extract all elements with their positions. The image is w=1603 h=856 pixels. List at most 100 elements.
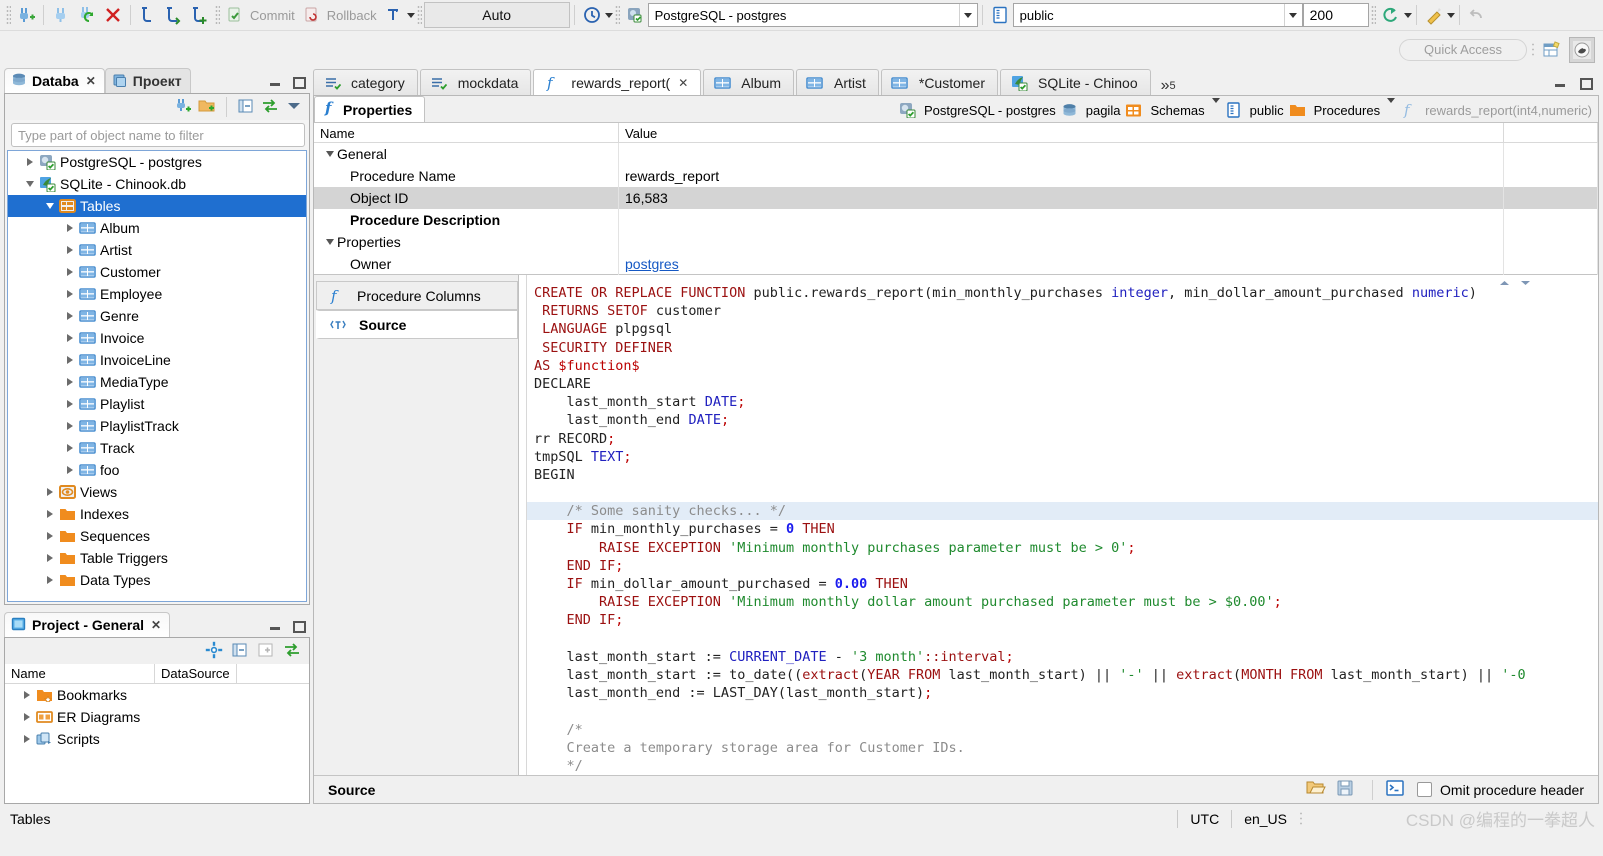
chevron-right-icon[interactable] bbox=[62, 396, 78, 412]
chevron-right-icon[interactable] bbox=[62, 462, 78, 478]
open-in-console-icon[interactable] bbox=[1385, 779, 1405, 800]
chevron-down-icon[interactable] bbox=[1211, 97, 1220, 118]
load-from-file-icon[interactable] bbox=[1306, 779, 1326, 800]
toolbar-grip-4[interactable] bbox=[614, 5, 620, 25]
sql-editor-icon[interactable] bbox=[135, 2, 161, 28]
editor-tab-album[interactable]: Album bbox=[703, 69, 794, 95]
tree-item-sqlite-chinook-db[interactable]: SQLite - Chinook.db bbox=[8, 173, 306, 195]
transaction-log-caret[interactable] bbox=[604, 12, 613, 18]
chevron-right-icon[interactable] bbox=[62, 242, 78, 258]
link-with-editor-icon[interactable] bbox=[261, 97, 279, 118]
source-scroll-controls[interactable] bbox=[1498, 276, 1532, 291]
connection-selector[interactable]: PostgreSQL - postgres bbox=[647, 3, 978, 27]
chevron-right-icon[interactable] bbox=[19, 731, 35, 747]
quick-access-grip[interactable] bbox=[1531, 41, 1535, 58]
chevron-down-icon-2[interactable] bbox=[1283, 4, 1302, 26]
chevron-down-icon[interactable] bbox=[326, 239, 334, 245]
status-timezone[interactable]: UTC bbox=[1177, 810, 1231, 828]
tree-item-indexes[interactable]: Indexes bbox=[8, 503, 306, 525]
chevron-right-icon[interactable] bbox=[62, 352, 78, 368]
minimize-icon-2[interactable] bbox=[269, 621, 281, 631]
chevron-down-icon[interactable] bbox=[958, 4, 977, 26]
tab-database-navigator[interactable]: Databa ✕ bbox=[4, 68, 105, 93]
chevron-right-icon[interactable] bbox=[42, 506, 58, 522]
chevron-right-icon[interactable] bbox=[22, 154, 38, 170]
tree-item-track[interactable]: Track bbox=[8, 437, 306, 459]
navigator-tree[interactable]: PostgreSQL - postgres SQLite - Chinook.db… bbox=[7, 150, 307, 602]
tree-item-invoiceline[interactable]: InvoiceLine bbox=[8, 349, 306, 371]
source-viewer[interactable]: CREATE OR REPLACE FUNCTION public.reward… bbox=[519, 275, 1598, 776]
chevron-down-icon[interactable] bbox=[22, 176, 38, 192]
property-value[interactable]: postgres bbox=[619, 253, 1504, 275]
side-tab-procedure-columns[interactable]: f Procedure Columns bbox=[316, 281, 518, 310]
project-item-er-diagrams[interactable]: ER Diagrams bbox=[5, 706, 309, 728]
tree-item-foo[interactable]: foo bbox=[8, 459, 306, 481]
tree-item-playlist[interactable]: Playlist bbox=[8, 393, 306, 415]
connect-icon[interactable] bbox=[48, 2, 74, 28]
chevron-right-icon[interactable] bbox=[42, 572, 58, 588]
tree-item-playlisttrack[interactable]: PlaylistTrack bbox=[8, 415, 306, 437]
chevron-right-icon[interactable] bbox=[42, 484, 58, 500]
breadcrumb-item-pagila[interactable]: pagila bbox=[1061, 102, 1120, 118]
chevron-right-icon[interactable] bbox=[19, 687, 35, 703]
editor-tab-category[interactable]: category bbox=[313, 69, 418, 95]
project-item-bookmarks[interactable]: Bookmarks bbox=[5, 684, 309, 706]
chevron-right-icon[interactable] bbox=[42, 550, 58, 566]
fetch-size-input[interactable]: 200 bbox=[1302, 3, 1369, 27]
tree-item-data-types[interactable]: Data Types bbox=[8, 569, 306, 591]
chevron-right-icon[interactable] bbox=[62, 330, 78, 346]
tree-item-table-triggers[interactable]: Table Triggers bbox=[8, 547, 306, 569]
chevron-right-icon[interactable] bbox=[62, 440, 78, 456]
tree-item-customer[interactable]: Customer bbox=[8, 261, 306, 283]
new-folder-icon[interactable] bbox=[198, 97, 216, 118]
property-row[interactable]: Procedure Description bbox=[314, 209, 1598, 231]
quick-access-input[interactable]: Quick Access bbox=[1399, 38, 1527, 61]
maximize-icon-3[interactable] bbox=[1580, 78, 1593, 90]
property-row[interactable]: Object ID 16,583 bbox=[314, 187, 1598, 209]
tools-caret[interactable] bbox=[1446, 12, 1455, 18]
commit-button[interactable]: Commit bbox=[222, 2, 299, 28]
refresh-connection-icon[interactable] bbox=[74, 2, 100, 28]
property-row[interactable]: Procedure Name rewards_report bbox=[314, 165, 1598, 187]
save-to-file-icon[interactable] bbox=[1336, 779, 1356, 800]
sql-editor-new-icon[interactable] bbox=[187, 2, 213, 28]
tree-item-postgresql-postgres[interactable]: PostgreSQL - postgres bbox=[8, 151, 306, 173]
schema-selector[interactable]: public bbox=[1012, 3, 1303, 27]
property-row[interactable]: General bbox=[314, 143, 1598, 165]
chevron-right-icon[interactable] bbox=[62, 374, 78, 390]
chevron-down-icon[interactable] bbox=[326, 151, 334, 157]
chevron-right-icon[interactable] bbox=[42, 528, 58, 544]
rollback-button[interactable]: Rollback bbox=[299, 2, 381, 28]
minimize-icon[interactable] bbox=[269, 77, 281, 87]
source-code[interactable]: CREATE OR REPLACE FUNCTION public.reward… bbox=[527, 275, 1598, 776]
tree-item-mediatype[interactable]: MediaType bbox=[8, 371, 306, 393]
editor-tab-overflow[interactable]: » 5 bbox=[1153, 78, 1184, 95]
editor-tab-artist[interactable]: Artist bbox=[795, 69, 879, 95]
tools-button[interactable] bbox=[1421, 2, 1455, 28]
dbeaver-perspective-icon[interactable] bbox=[1569, 36, 1595, 63]
editor-tab-sqlite-chinoo[interactable]: SQLite - Chinoo bbox=[1000, 69, 1151, 95]
collapse-all-icon[interactable] bbox=[237, 97, 255, 118]
refresh-button[interactable] bbox=[1378, 2, 1412, 28]
breadcrumb-item-procedures[interactable]: Procedures bbox=[1289, 97, 1396, 118]
autocommit-button[interactable]: Auto bbox=[423, 2, 570, 28]
close-icon[interactable]: ✕ bbox=[678, 76, 688, 90]
chevron-right-icon[interactable] bbox=[62, 264, 78, 280]
tree-item-sequences[interactable]: Sequences bbox=[8, 525, 306, 547]
chevron-right-icon[interactable] bbox=[62, 220, 78, 236]
editor-tab-customer[interactable]: *Customer bbox=[880, 69, 999, 95]
tree-item-tables[interactable]: Tables bbox=[8, 195, 306, 217]
expand-all-icon[interactable] bbox=[257, 641, 275, 662]
new-connection-icon[interactable] bbox=[13, 2, 39, 28]
breadcrumb-item-rewards-report-int4-numeric[interactable]: f rewards_report(int4,numeric) bbox=[1400, 102, 1592, 118]
tree-item-views[interactable]: Views bbox=[8, 481, 306, 503]
omit-procedure-header-checkbox[interactable] bbox=[1417, 782, 1433, 798]
maximize-icon-2[interactable] bbox=[293, 621, 306, 633]
chevron-down-icon[interactable] bbox=[42, 198, 58, 214]
collapse-all-icon-2[interactable] bbox=[231, 641, 249, 662]
undo-icon[interactable] bbox=[1464, 2, 1490, 28]
navigator-filter-input[interactable]: Type part of object name to filter bbox=[11, 123, 305, 147]
property-row[interactable]: Owner postgres bbox=[314, 253, 1598, 275]
chevron-right-icon[interactable] bbox=[62, 286, 78, 302]
status-locale[interactable]: en_US bbox=[1231, 810, 1299, 828]
